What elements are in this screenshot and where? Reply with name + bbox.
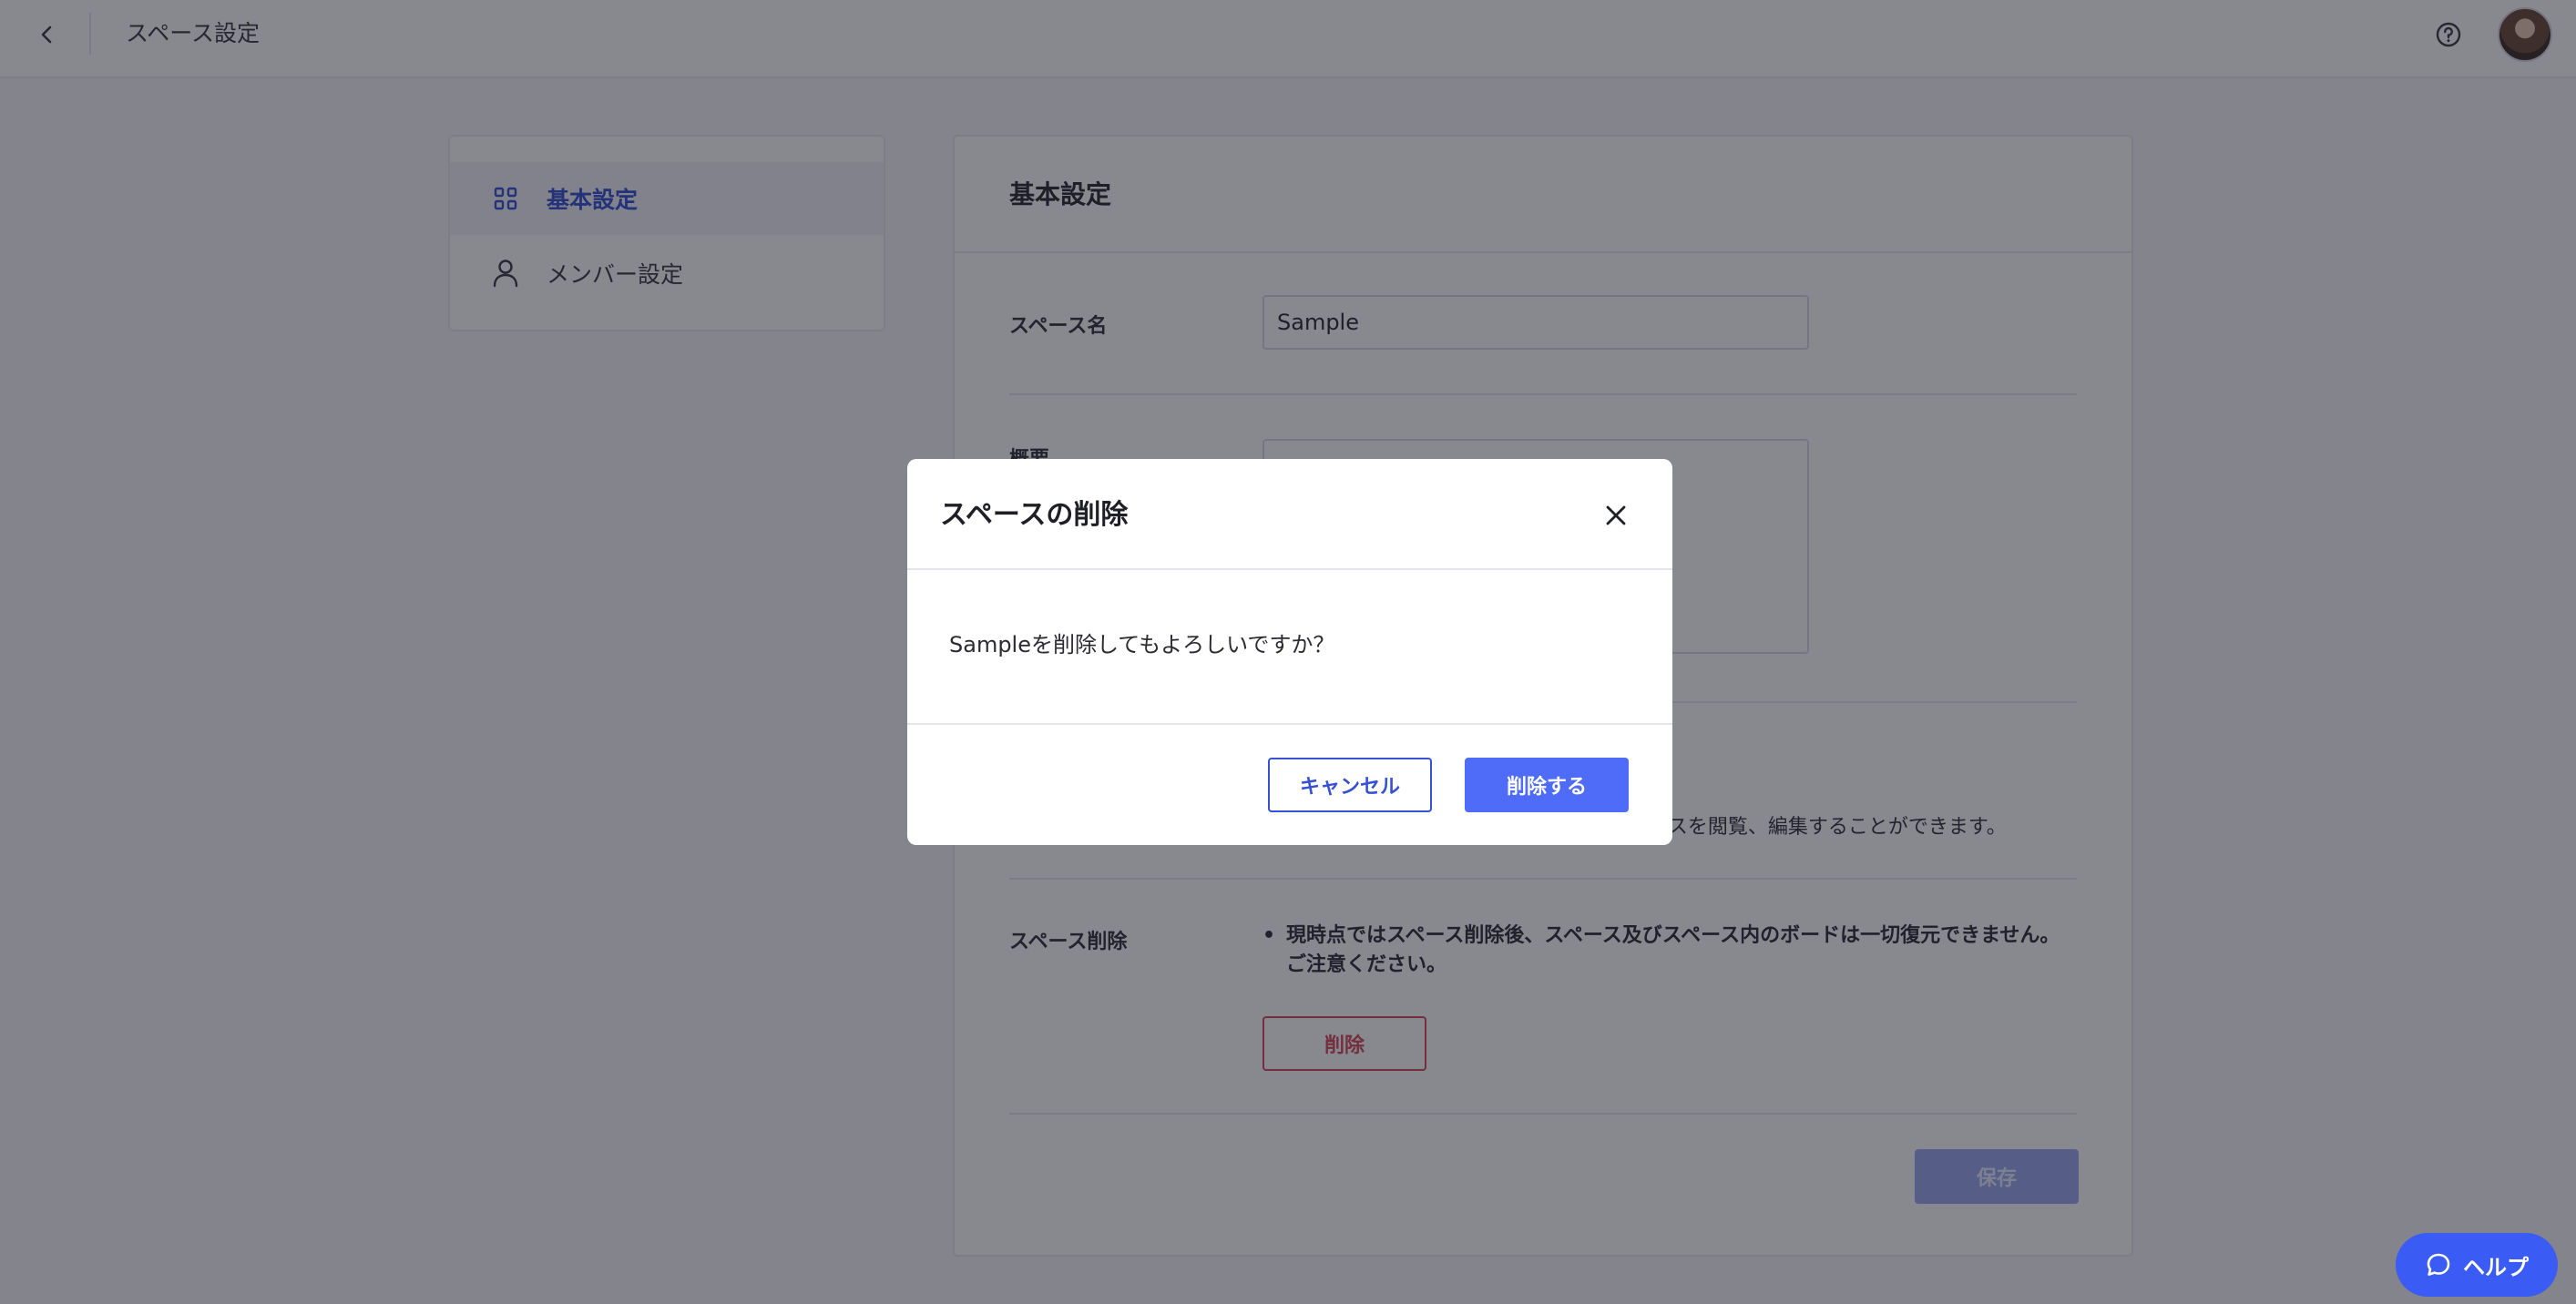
close-button[interactable] <box>1596 495 1636 535</box>
confirm-delete-button[interactable]: 削除する <box>1465 758 1629 812</box>
dialog-message: Sampleを削除してもよろしいですか？ <box>949 632 1335 657</box>
help-label: ヘルプ <box>2463 1254 2529 1280</box>
divider <box>907 723 1672 725</box>
cancel-button[interactable]: キャンセル <box>1268 758 1432 812</box>
delete-space-dialog: スペースの削除 Sampleを削除してもよろしいですか？ キャンセル 削除する <box>907 459 1672 845</box>
help-chat-button[interactable]: ヘルプ <box>2396 1233 2558 1297</box>
divider <box>907 568 1672 570</box>
dialog-title: スペースの削除 <box>940 499 1129 531</box>
chat-bubble-icon <box>2427 1253 2450 1276</box>
close-icon <box>1606 505 1626 525</box>
